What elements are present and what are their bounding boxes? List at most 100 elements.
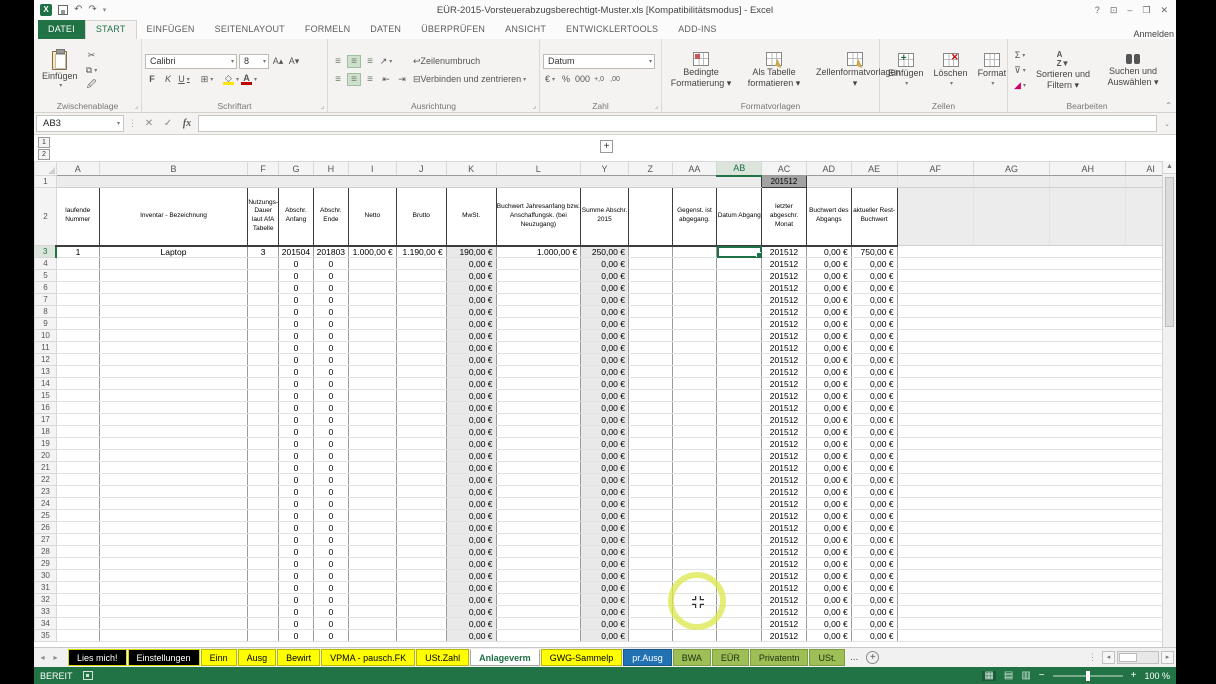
cell-Z25[interactable] — [628, 510, 672, 522]
cell-L18[interactable] — [496, 426, 581, 438]
cell-J7[interactable] — [396, 294, 446, 306]
scroll-left-arrow[interactable]: ◂ — [1102, 651, 1115, 664]
cell-Z32[interactable] — [628, 594, 672, 606]
cell-AG21[interactable] — [973, 462, 1049, 474]
cell-J18[interactable] — [396, 426, 446, 438]
cell-L19[interactable] — [496, 438, 581, 450]
cell-AB19[interactable] — [717, 438, 762, 450]
expand-formula-bar-button[interactable]: ⌄ — [1160, 120, 1174, 128]
row-header-12[interactable]: 12 — [35, 354, 57, 366]
cell-B32[interactable] — [99, 594, 248, 606]
cell-I22[interactable] — [348, 474, 396, 486]
cell-AE15[interactable]: 0,00 € — [851, 390, 897, 402]
last-sheet-arrow[interactable]: ▸ — [49, 653, 62, 662]
cell-AB4[interactable] — [717, 258, 762, 270]
cell-Z4[interactable] — [628, 258, 672, 270]
cell-A5[interactable] — [56, 270, 99, 282]
cell-G11[interactable]: 0 — [278, 342, 313, 354]
cell-AE26[interactable]: 0,00 € — [851, 522, 897, 534]
ribbon-tab-daten[interactable]: DATEN — [360, 20, 411, 39]
cell-AE1[interactable] — [851, 176, 897, 188]
cell-AC8[interactable]: 201512 — [762, 306, 807, 318]
redo-button[interactable]: ↷ — [88, 4, 96, 16]
cell-K1[interactable] — [446, 176, 496, 188]
scroll-right-arrow[interactable]: ▸ — [1161, 651, 1174, 664]
cell-B7[interactable] — [99, 294, 248, 306]
cell-F29[interactable] — [248, 558, 279, 570]
cell-AB30[interactable] — [717, 570, 762, 582]
cell-J8[interactable] — [396, 306, 446, 318]
cell-A25[interactable] — [56, 510, 99, 522]
cell-B33[interactable] — [99, 606, 248, 618]
row-header-5[interactable]: 5 — [35, 270, 57, 282]
cell-G19[interactable]: 0 — [278, 438, 313, 450]
cell-I15[interactable] — [348, 390, 396, 402]
cell-B16[interactable] — [99, 402, 248, 414]
cell-A32[interactable] — [56, 594, 99, 606]
cell-AC18[interactable]: 201512 — [762, 426, 807, 438]
cell-AD1[interactable] — [806, 176, 851, 188]
cell-L4[interactable] — [496, 258, 581, 270]
cell-AC12[interactable]: 201512 — [762, 354, 807, 366]
cell-A17[interactable] — [56, 414, 99, 426]
sheet-tab-vpma-pausch-fk[interactable]: VPMA - pausch.FK — [321, 649, 415, 666]
cell-L3[interactable]: 1.000,00 € — [496, 246, 581, 258]
cell-AF29[interactable] — [897, 558, 973, 570]
row-header-16[interactable]: 16 — [35, 402, 57, 414]
cell-J30[interactable] — [396, 570, 446, 582]
cell-Z1[interactable] — [628, 176, 672, 188]
horizontal-scroll-track[interactable] — [1117, 651, 1159, 664]
cell-AD27[interactable]: 0,00 € — [806, 534, 851, 546]
cell-AE4[interactable]: 0,00 € — [851, 258, 897, 270]
column-header-AC[interactable]: AC — [762, 162, 807, 176]
cell-I23[interactable] — [348, 486, 396, 498]
cell-AF5[interactable] — [897, 270, 973, 282]
cell-G9[interactable]: 0 — [278, 318, 313, 330]
macro-record-icon[interactable] — [83, 671, 93, 680]
cell-G1[interactable] — [278, 176, 313, 188]
cell-AF22[interactable] — [897, 474, 973, 486]
cell-AB35[interactable] — [717, 630, 762, 642]
cell-AG18[interactable] — [973, 426, 1049, 438]
cell-A10[interactable] — [56, 330, 99, 342]
cell-K9[interactable]: 0,00 € — [446, 318, 496, 330]
cell-AB20[interactable] — [717, 450, 762, 462]
cell-K33[interactable]: 0,00 € — [446, 606, 496, 618]
cell-J20[interactable] — [396, 450, 446, 462]
cell-G30[interactable]: 0 — [278, 570, 313, 582]
cell-G4[interactable]: 0 — [278, 258, 313, 270]
cell-AH31[interactable] — [1050, 582, 1126, 594]
row-header-18[interactable]: 18 — [35, 426, 57, 438]
cell-K35[interactable]: 0,00 € — [446, 630, 496, 642]
ribbon-tab-entwicklertools[interactable]: ENTWICKLERTOOLS — [556, 20, 668, 39]
cell-L25[interactable] — [496, 510, 581, 522]
cell-AD24[interactable]: 0,00 € — [806, 498, 851, 510]
excel-app-icon[interactable]: X — [40, 4, 52, 16]
cell-L20[interactable] — [496, 450, 581, 462]
cell-A12[interactable] — [56, 354, 99, 366]
cell-B22[interactable] — [99, 474, 248, 486]
cell-AE35[interactable]: 0,00 € — [851, 630, 897, 642]
cell-AC9[interactable]: 201512 — [762, 318, 807, 330]
cell-AH6[interactable] — [1050, 282, 1126, 294]
cell-G27[interactable]: 0 — [278, 534, 313, 546]
find-select-button[interactable]: Suchen und Auswählen ▾ — [1097, 41, 1169, 99]
cell-AA29[interactable] — [672, 558, 717, 570]
cell-I26[interactable] — [348, 522, 396, 534]
cell-G23[interactable]: 0 — [278, 486, 313, 498]
cell-F19[interactable] — [248, 438, 279, 450]
cell-F23[interactable] — [248, 486, 279, 498]
cell-I14[interactable] — [348, 378, 396, 390]
cell-AB14[interactable] — [717, 378, 762, 390]
cell-B12[interactable] — [99, 354, 248, 366]
cell-J33[interactable] — [396, 606, 446, 618]
cell-AB7[interactable] — [717, 294, 762, 306]
header-cell-K2[interactable]: MwSt. — [446, 188, 496, 246]
cell-K24[interactable]: 0,00 € — [446, 498, 496, 510]
cell-F28[interactable] — [248, 546, 279, 558]
cell-AG30[interactable] — [973, 570, 1049, 582]
cell-Y5[interactable]: 0,00 € — [581, 270, 629, 282]
cell-F9[interactable] — [248, 318, 279, 330]
cell-J15[interactable] — [396, 390, 446, 402]
row-header-8[interactable]: 8 — [35, 306, 57, 318]
